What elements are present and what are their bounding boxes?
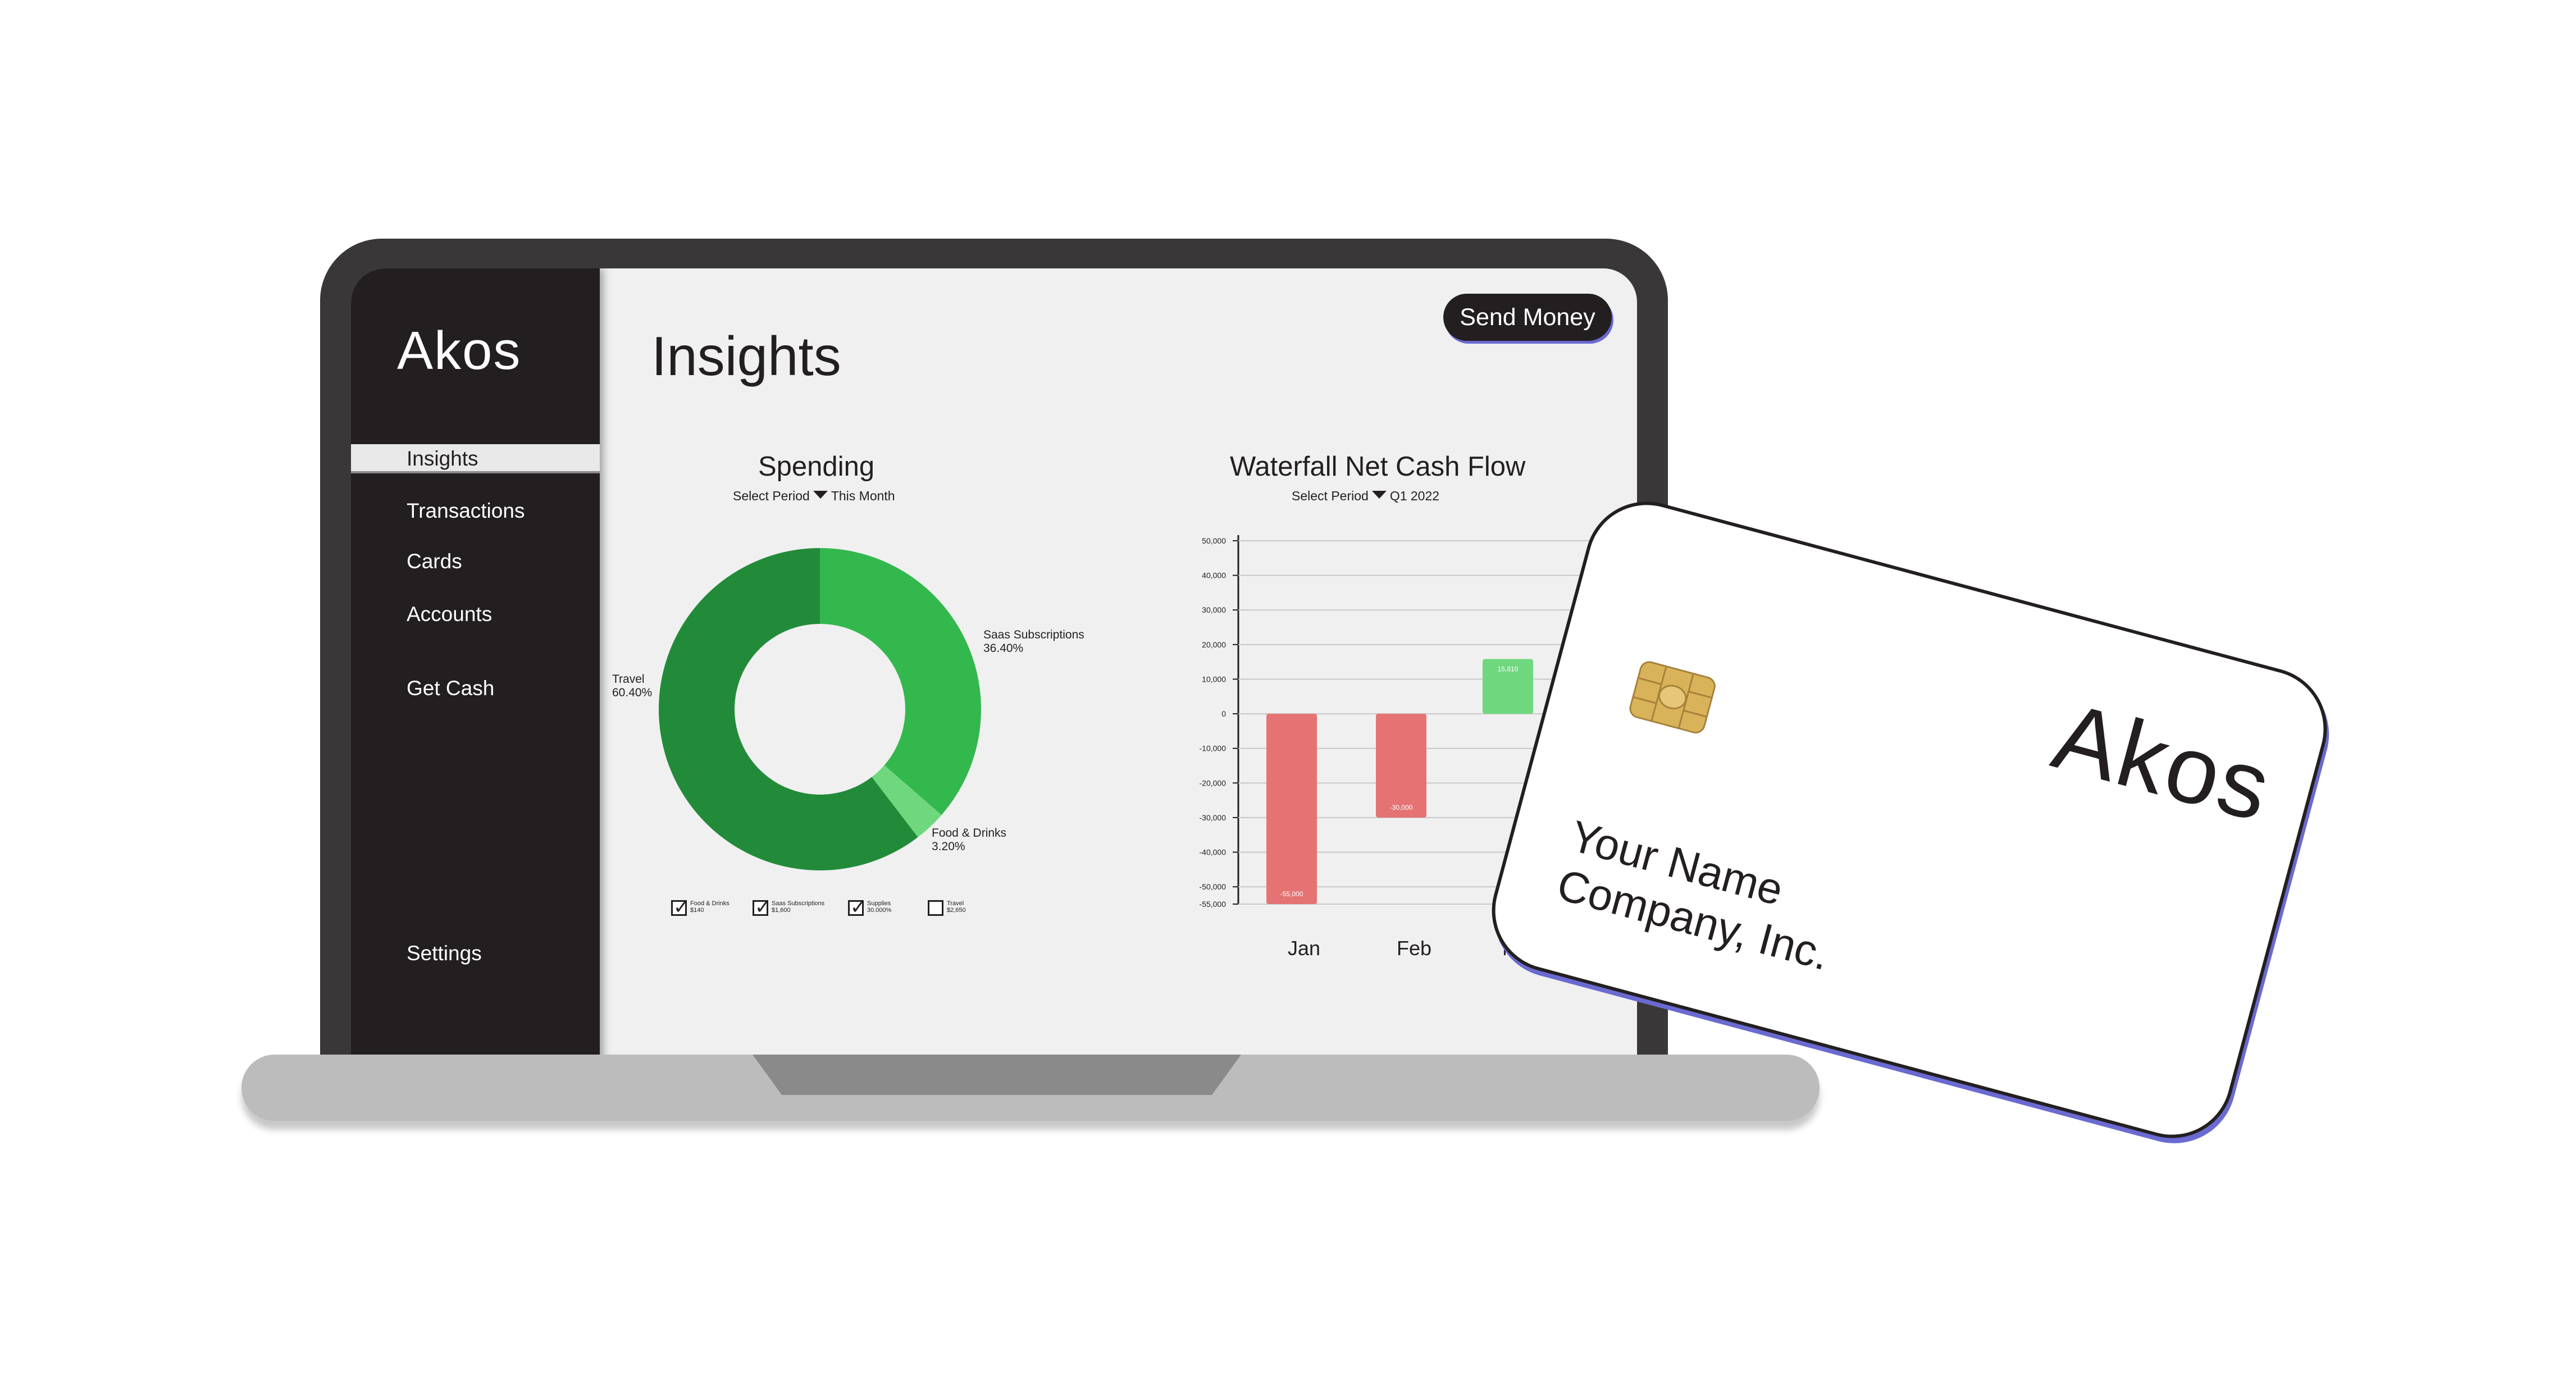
sidebar-item-insights[interactable]: Insights — [351, 444, 600, 473]
slice-name-saas: Saas Subscriptions — [983, 628, 1084, 641]
y-tick-label: -20,000 — [1200, 778, 1227, 787]
donut-slice-saas-subscriptions — [820, 548, 981, 815]
y-tick-label: -50,000 — [1200, 882, 1227, 891]
checkbox-unchecked-icon[interactable] — [928, 900, 943, 916]
legend-label: Travel — [947, 900, 964, 907]
waterfall-bar-feb — [1376, 714, 1426, 818]
waterfall-period-label: Select Period — [1292, 489, 1369, 503]
send-money-button[interactable]: Send Money — [1443, 294, 1612, 341]
brand-logo: Akos — [397, 321, 522, 381]
sidebar-item-settings[interactable]: Settings — [351, 939, 600, 968]
y-tick-label: 10,000 — [1202, 674, 1226, 683]
checkbox-checked-icon[interactable] — [671, 896, 690, 919]
y-tick-label: -40,000 — [1200, 848, 1227, 857]
caret-down-icon — [1371, 491, 1387, 499]
spending-period-label: Select Period — [733, 489, 810, 503]
sidebar-item-transactions[interactable]: Transactions — [351, 496, 600, 526]
legend-label: Supplies — [867, 900, 891, 907]
legend-travel[interactable]: Travel $2,650 — [928, 900, 966, 916]
legend-value: $2,650 — [947, 907, 966, 914]
waterfall-title: Waterfall Net Cash Flow — [1230, 451, 1526, 482]
sidebar-item-get-cash[interactable]: Get Cash — [351, 674, 600, 703]
checkbox-checked-icon[interactable] — [848, 896, 867, 919]
waterfall-period-select[interactable]: Select Period Q1 2022 — [1292, 489, 1439, 504]
waterfall-data-label: -55,000 — [1280, 890, 1303, 898]
legend-food-drinks[interactable]: Food & Drinks$140 — [671, 896, 730, 919]
spending-period-select[interactable]: Select Period This Month — [733, 489, 895, 504]
slice-label-saas: Saas Subscriptions 36.40% — [983, 628, 1084, 655]
waterfall-bar-jan — [1266, 714, 1317, 904]
legend-label: Saas Subscriptions — [772, 900, 825, 907]
laptop-hinge-notch — [753, 1055, 1241, 1095]
slice-pct-food: 3.20% — [932, 840, 965, 853]
y-tick-label: 30,000 — [1202, 605, 1226, 614]
legend-saas-subscriptions[interactable]: Saas Subscriptions$1,600 — [753, 896, 825, 919]
legend-label: Food & Drinks — [690, 900, 730, 907]
spending-period-value: This Month — [831, 489, 895, 503]
slice-label-food: Food & Drinks 3.20% — [932, 827, 1006, 854]
sidebar: Akos Insights Transactions Cards Account… — [351, 268, 600, 1063]
y-tick-label: -30,000 — [1200, 813, 1227, 822]
page-title: Insights — [651, 325, 841, 387]
sidebar-item-cards[interactable]: Cards — [351, 547, 600, 576]
slice-pct-saas: 36.40% — [983, 642, 1024, 655]
x-tick-jan: Jan — [1288, 937, 1321, 960]
y-tick-label: -55,000 — [1200, 900, 1227, 909]
app-screen: Akos Insights Transactions Cards Account… — [351, 268, 1637, 1063]
waterfall-data-label: -30,000 — [1390, 804, 1413, 811]
card-brand: Akos — [2043, 682, 2282, 842]
slice-pct-travel: 60.40% — [612, 686, 653, 699]
y-tick-label: 20,000 — [1202, 640, 1226, 649]
slice-name-travel: Travel — [612, 673, 645, 686]
waterfall-data-label: 15,810 — [1498, 665, 1519, 673]
chip-icon — [1629, 661, 1716, 734]
spending-title: Spending — [758, 451, 875, 482]
slice-name-food: Food & Drinks — [932, 827, 1007, 840]
sidebar-item-accounts[interactable]: Accounts — [351, 600, 600, 629]
y-tick-label: 0 — [1221, 709, 1226, 718]
legend-value: $1,600 — [772, 907, 791, 914]
legend-value: 30.000% — [867, 907, 892, 914]
waterfall-period-value: Q1 2022 — [1389, 489, 1440, 503]
legend-value: $140 — [690, 907, 704, 914]
y-tick-label: 50,000 — [1202, 536, 1226, 545]
legend-supplies[interactable]: Supplies30.000% — [848, 896, 892, 919]
y-tick-label: -10,000 — [1200, 744, 1227, 753]
x-tick-feb: Feb — [1397, 937, 1432, 960]
caret-down-icon — [813, 491, 828, 499]
y-tick-label: 40,000 — [1202, 571, 1226, 580]
card-holder: Your Name Company, Inc. — [1552, 810, 1848, 980]
checkbox-checked-icon[interactable] — [753, 896, 771, 919]
slice-label-travel: Travel 60.40% — [612, 673, 652, 700]
